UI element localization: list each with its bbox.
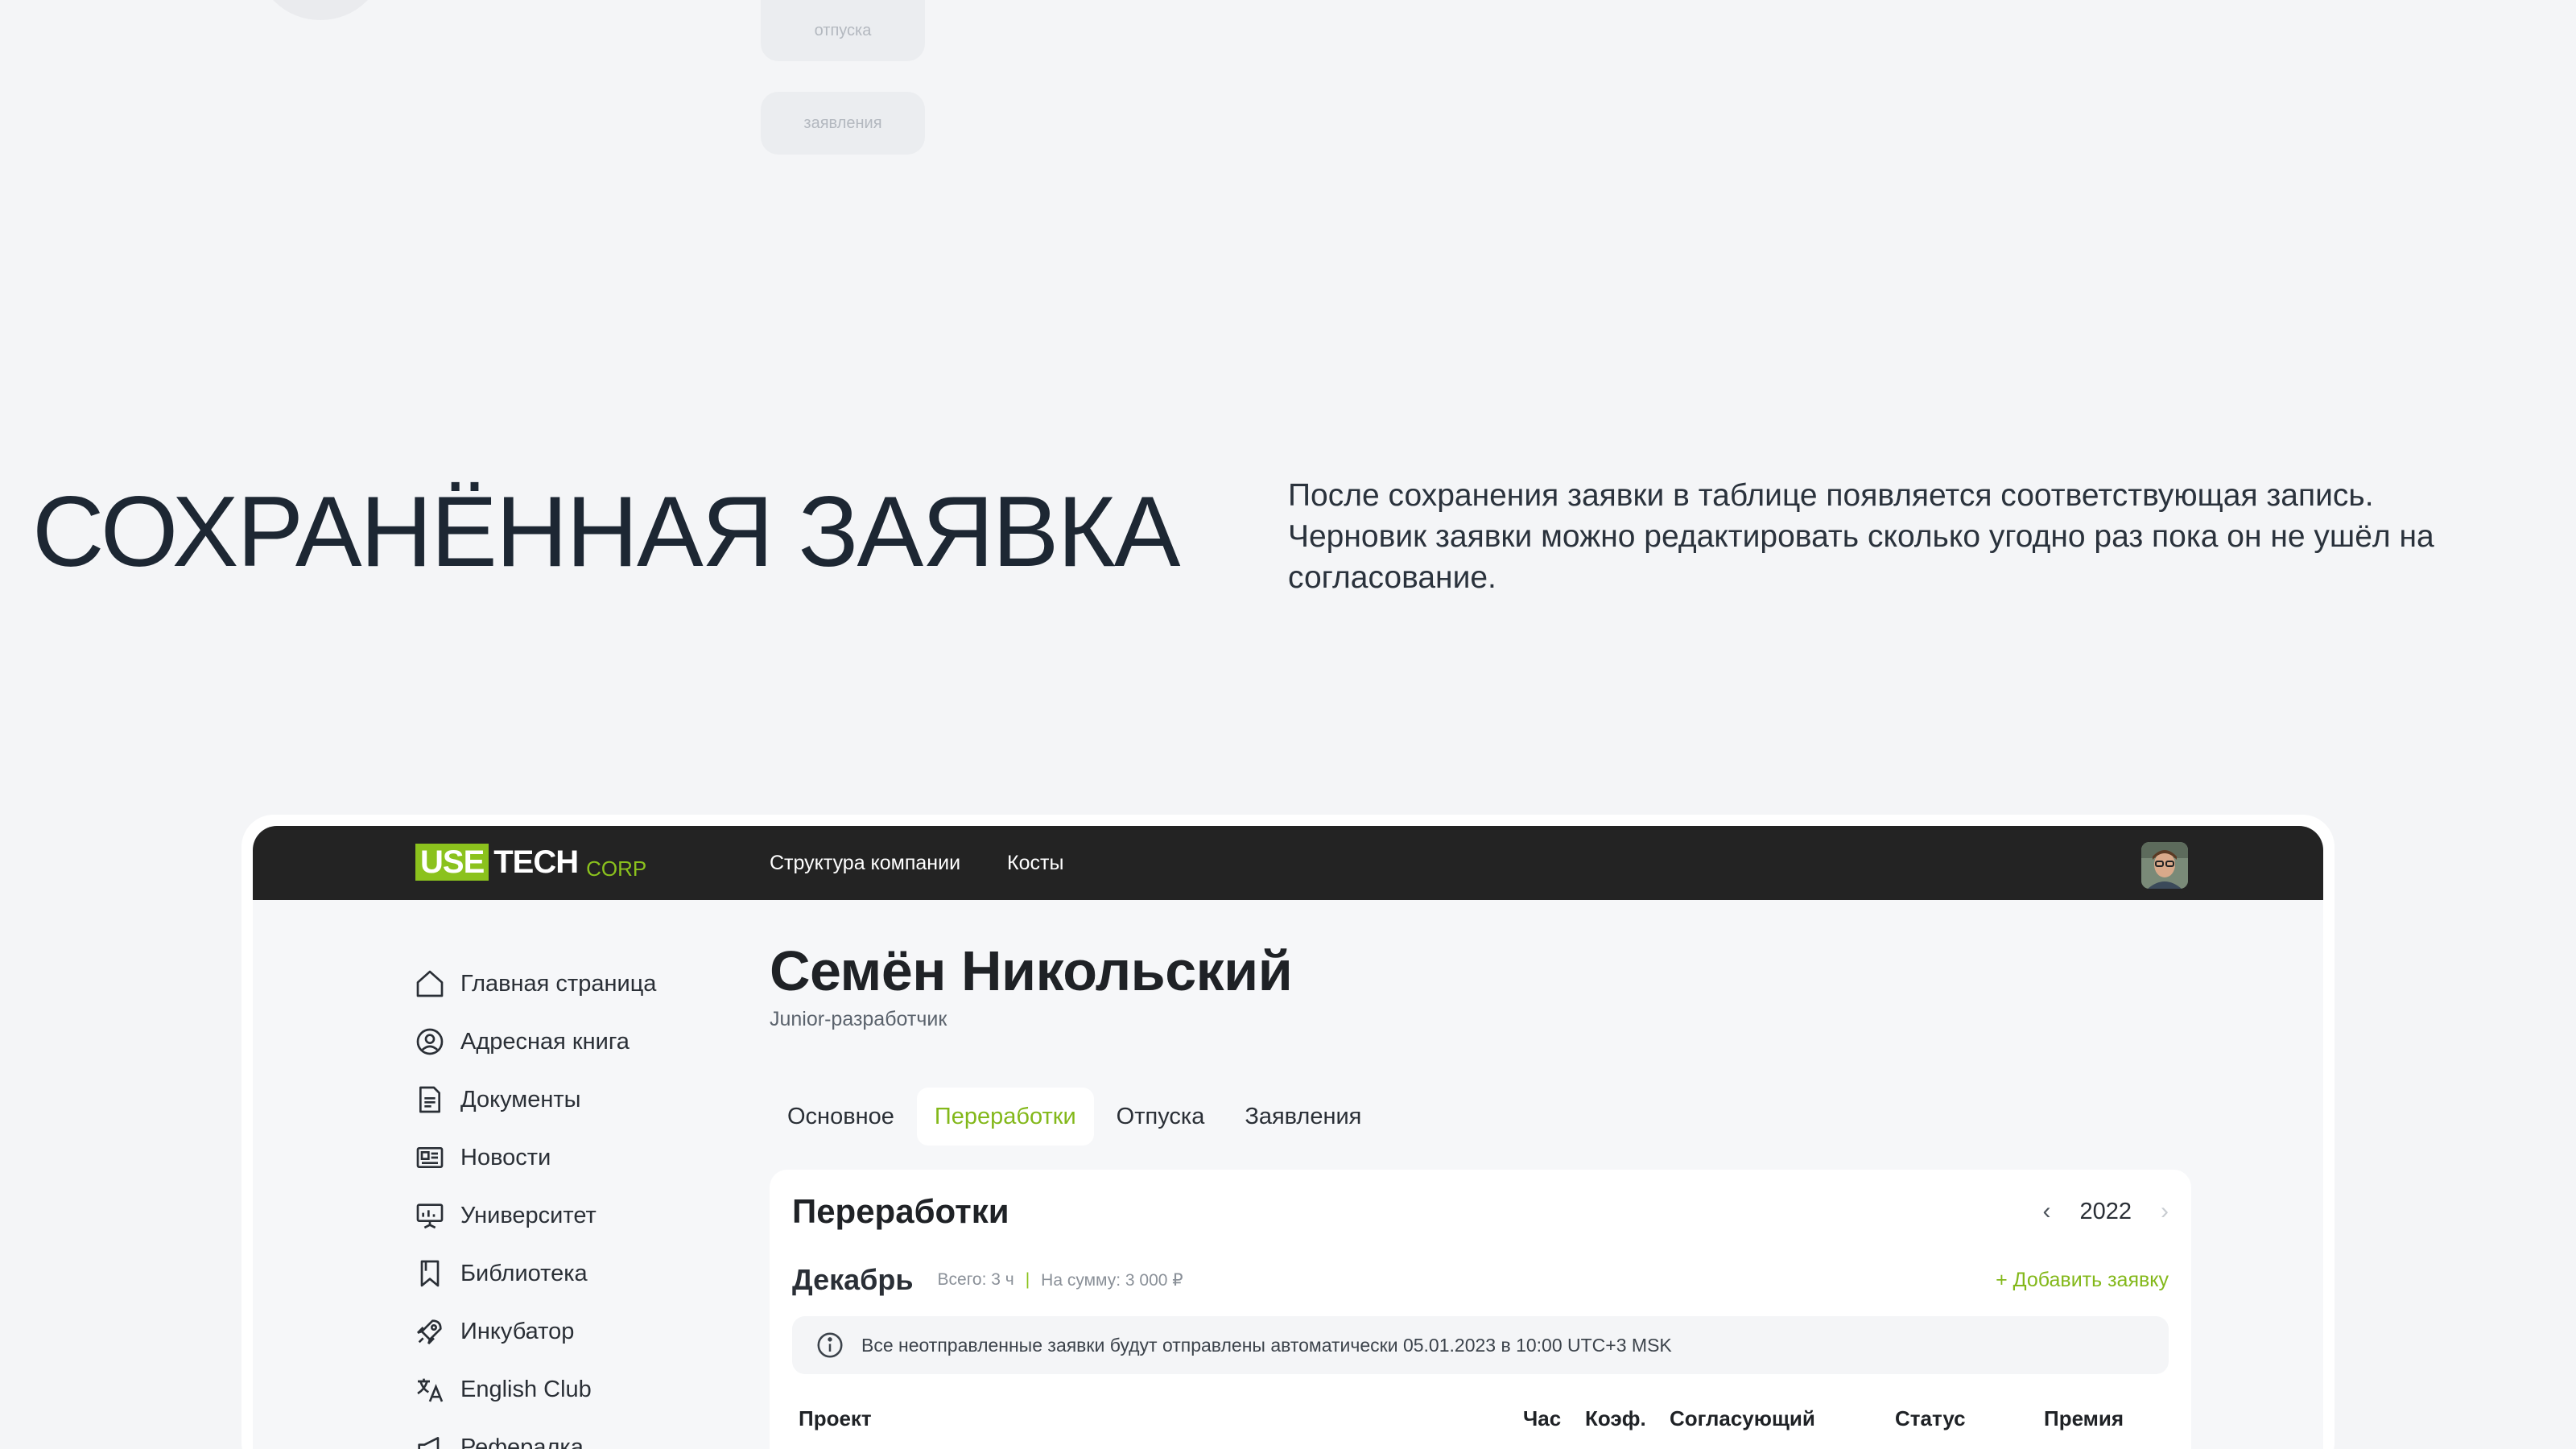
sidebar-item-english-club[interactable]: English Club xyxy=(414,1360,656,1418)
bookmark-icon xyxy=(420,1260,440,1287)
month-stats: Всего: 3 ч | На сумму: 3 000 ₽ xyxy=(938,1270,1183,1290)
nav-costs[interactable]: Косты xyxy=(1007,852,1063,875)
ghost-pill-statements: заявления xyxy=(761,92,925,155)
month-name: Декабрь xyxy=(792,1263,914,1296)
month-row: Декабрь Всего: 3 ч | На сумму: 3 000 ₽ +… xyxy=(792,1263,2169,1297)
total-sum: На сумму: 3 000 ₽ xyxy=(1041,1270,1183,1290)
stats-divider: | xyxy=(1025,1270,1030,1289)
year-selector: ‹ 2022 › xyxy=(2042,1198,2169,1225)
sidebar-item-documents[interactable]: Документы xyxy=(414,1071,656,1129)
translate-icon xyxy=(417,1378,444,1402)
hero-title: СОХРАНЁННАЯ ЗАЯВКА xyxy=(32,477,1180,588)
panel-title: Переработки xyxy=(792,1192,1009,1230)
sidebar-item-label: Адресная книга xyxy=(460,1028,630,1055)
column-approver[interactable]: Согласующий xyxy=(1670,1406,1815,1431)
usetech-logo[interactable]: USE TECH CORP xyxy=(415,844,646,881)
notice-text: Все неотправленные заявки будут отправле… xyxy=(861,1334,1672,1356)
sidebar-item-label: Документы xyxy=(460,1086,581,1113)
megaphone-icon xyxy=(418,1437,440,1449)
sidebar-item-news[interactable]: Новости xyxy=(414,1129,656,1187)
auto-send-notice: Все неотправленные заявки будут отправле… xyxy=(792,1316,2169,1374)
sidebar-item-label: Новости xyxy=(460,1144,551,1170)
year-value: 2022 xyxy=(2079,1198,2132,1224)
tab-vacations[interactable]: Отпуска xyxy=(1099,1088,1223,1146)
tab-general[interactable]: Основное xyxy=(770,1088,912,1146)
app-frame: USE TECH CORP Структура компании Косты Г… xyxy=(242,815,2334,1449)
news-icon xyxy=(416,1147,444,1168)
sidebar-item-address-book[interactable]: Адресная книга xyxy=(414,1013,656,1071)
ghost-pill-vacations: отпуска xyxy=(761,0,925,61)
chevron-right-icon[interactable]: › xyxy=(2161,1198,2169,1225)
sidebar-item-label: Рефералка xyxy=(460,1434,584,1449)
presentation-icon xyxy=(416,1203,444,1229)
add-request-button[interactable]: + Добавить заявку xyxy=(1996,1269,2169,1292)
top-nav: Структура компании Косты xyxy=(770,826,1063,900)
overtime-panel: Переработки ‹ 2022 › Декабрь Всего: 3 ч … xyxy=(770,1170,2191,1449)
hero-description: После сохранения заявки в таблице появля… xyxy=(1288,478,2434,595)
ghost-avatar xyxy=(256,0,385,20)
sidebar-item-label: English Club xyxy=(460,1376,592,1402)
info-icon xyxy=(817,1332,843,1358)
sidebar-item-label: Главная страница xyxy=(460,970,657,997)
user-avatar[interactable] xyxy=(2141,842,2188,889)
column-coef[interactable]: Коэф. xyxy=(1585,1406,1646,1431)
sidebar-item-label: Университет xyxy=(460,1202,597,1228)
column-hours[interactable]: Час xyxy=(1523,1406,1561,1431)
column-project[interactable]: Проект xyxy=(799,1406,872,1431)
sidebar: Главная страница Адресная книга Документ… xyxy=(414,955,656,1449)
tab-overtime[interactable]: Переработки xyxy=(916,1088,1094,1146)
avatar-photo-icon xyxy=(2141,842,2188,889)
tab-statements[interactable]: Заявления xyxy=(1227,1088,1379,1146)
chevron-left-icon[interactable]: ‹ xyxy=(2042,1198,2050,1225)
logo-corp: CORP xyxy=(586,857,647,881)
column-status[interactable]: Статус xyxy=(1895,1406,1966,1431)
nav-company-structure[interactable]: Структура компании xyxy=(770,852,960,875)
total-hours: Всего: 3 ч xyxy=(937,1270,1014,1289)
employee-role: Junior-разработчик xyxy=(770,1008,947,1030)
rocket-icon xyxy=(417,1319,442,1344)
sidebar-item-referral[interactable]: Рефералка xyxy=(414,1418,656,1449)
sidebar-item-home[interactable]: Главная страница xyxy=(414,955,656,1013)
logo-tech: TECH xyxy=(493,844,579,880)
contact-icon xyxy=(416,1028,444,1055)
sidebar-item-library[interactable]: Библиотека xyxy=(414,1245,656,1302)
top-navbar: USE TECH CORP Структура компании Косты xyxy=(253,826,2323,900)
profile-main: Семён Никольский Junior-разработчик Осно… xyxy=(770,939,2194,1449)
column-bonus[interactable]: Премия xyxy=(2044,1406,2124,1431)
table-header: Проект Час Коэф. Согласующий Статус Прем… xyxy=(792,1406,2169,1439)
sidebar-item-incubator[interactable]: Инкубатор xyxy=(414,1302,656,1360)
logo-use: USE xyxy=(415,844,489,881)
app-window: USE TECH CORP Структура компании Косты Г… xyxy=(253,826,2323,1449)
sidebar-item-university[interactable]: Университет xyxy=(414,1187,656,1245)
document-icon xyxy=(419,1086,440,1113)
sidebar-item-label: Инкубатор xyxy=(460,1318,575,1344)
profile-tabs: Основное Переработки Отпуска Заявления xyxy=(770,1088,2194,1146)
sidebar-item-label: Библиотека xyxy=(460,1260,588,1286)
employee-name: Семён Никольский xyxy=(770,939,1293,1002)
home-icon xyxy=(416,970,444,997)
